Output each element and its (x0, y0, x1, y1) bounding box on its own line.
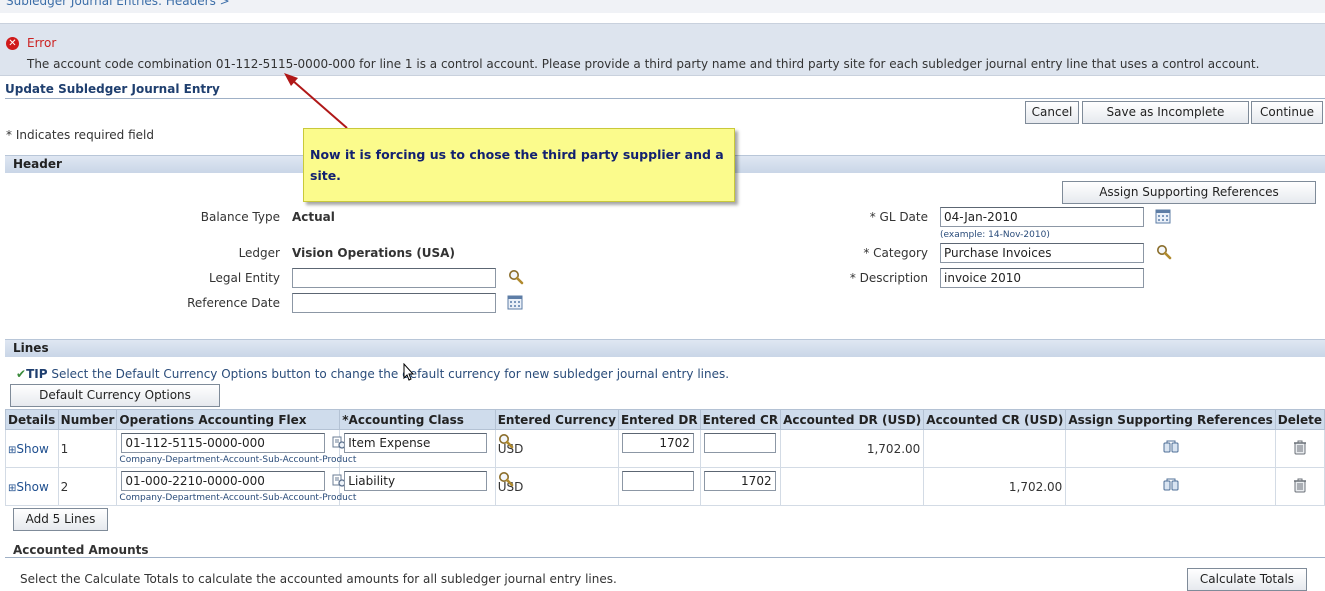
entered-cr-input[interactable] (703, 432, 776, 453)
gl-date-example-hint: (example: 14-Nov-2010) (940, 230, 1050, 240)
accounted-amounts-message: Select the Calculate Totals to calculate… (20, 572, 617, 586)
accounting-class-cell: Item Expense (339, 429, 514, 468)
ledger-value: Vision Operations (USA) (292, 246, 455, 260)
column-header: Accounted DR (USD) (780, 409, 925, 430)
legal-entity-input[interactable] (292, 268, 496, 288)
accounting-class-cell: Liability (339, 467, 514, 506)
tip-label: TIP (26, 367, 48, 381)
column-header: Assign Supporting References (1065, 409, 1276, 430)
accounting-flex-hint: Company-Department-Account-Sub-Account-P… (119, 492, 357, 503)
category-input[interactable]: Purchase Invoices (940, 243, 1144, 263)
accounting-flex-cell: 01-112-5115-0000-000 Company-Department-… (116, 429, 356, 468)
delete-cell (1274, 467, 1325, 506)
show-details-link[interactable]: Show (16, 480, 48, 494)
entered-cr-cell (699, 429, 782, 468)
reference-date-input[interactable] (292, 293, 496, 313)
delete-cell (1274, 429, 1325, 468)
lines-table: Details Number Operations Accounting Fle… (5, 409, 1325, 506)
calculate-totals-button[interactable]: Calculate Totals (1187, 568, 1307, 591)
tip-message: Select the Default Currency Options butt… (47, 367, 730, 381)
description-label: * Description (849, 271, 928, 285)
accounting-flex-hint: Company-Department-Account-Sub-Account-P… (119, 454, 357, 465)
tip-text: ✔TIP Select the Default Currency Options… (16, 367, 729, 381)
reference-date-calendar-icon[interactable] (507, 295, 523, 310)
page-title: Update Subledger Journal Entry (5, 82, 220, 96)
gl-date-input[interactable]: 04-Jan-2010 (940, 207, 1144, 227)
accounting-class-search-icon[interactable] (498, 471, 514, 487)
table-row: ⊞Show 1 01-112-5115-0000-000 Company-Dep… (5, 429, 1325, 468)
accounting-flex-input[interactable]: 01-000-2210-0000-000 (121, 470, 326, 491)
reference-date-label: Reference Date (187, 296, 280, 310)
assign-supporting-references-button[interactable]: Assign Supporting References (1062, 181, 1316, 204)
legal-entity-label: Legal Entity (208, 271, 280, 285)
column-header: Delete (1274, 409, 1325, 430)
balance-type-label: Balance Type (200, 210, 280, 224)
details-cell: ⊞Show (5, 467, 59, 506)
assign-references-cell (1065, 429, 1276, 468)
accounting-class-input[interactable]: Item Expense (344, 432, 488, 453)
mouse-cursor-icon (403, 363, 415, 381)
supporting-references-icon[interactable] (1163, 478, 1179, 492)
legal-entity-search-icon[interactable] (508, 269, 524, 285)
table-header-row: Details Number Operations Accounting Fle… (5, 409, 1325, 430)
line-number: 2 (57, 467, 118, 506)
column-header: Number (57, 409, 118, 430)
save-as-incomplete-button[interactable]: Save as Incomplete (1082, 101, 1249, 124)
details-cell: ⊞Show (5, 429, 59, 468)
column-header: Entered CR (699, 409, 782, 430)
accounted-amounts-title: Accounted Amounts (13, 543, 149, 557)
add-5-lines-button[interactable]: Add 5 Lines (13, 508, 108, 531)
error-title: Error (27, 36, 57, 50)
trash-icon[interactable] (1293, 478, 1307, 493)
table-row: ⊞Show 2 01-000-2210-0000-000 Company-Dep… (5, 467, 1325, 506)
column-header: Entered Currency (494, 409, 619, 430)
column-header: *Accounting Class (339, 409, 496, 430)
title-divider (5, 98, 1325, 99)
accounted-dr (780, 467, 925, 506)
breadcrumb-link[interactable]: Subledger Journal Entries: Headers > (6, 0, 230, 8)
ledger-label: Ledger (238, 246, 280, 260)
gl-date-calendar-icon[interactable] (1155, 209, 1171, 224)
accounted-amounts-divider (5, 557, 1325, 558)
lines-section-bar: Lines (5, 339, 1325, 357)
accounting-class-input[interactable]: Liability (344, 470, 488, 491)
entered-dr-cell: 1702 (617, 429, 701, 468)
required-field-note: * Indicates required field (6, 128, 155, 142)
accounted-cr: 1,702.00 (923, 467, 1067, 506)
assign-references-cell (1065, 467, 1276, 506)
error-text: The account code combination 01-112-5115… (27, 57, 1260, 71)
category-label: * Category (863, 246, 928, 260)
accounting-flex-cell: 01-000-2210-0000-000 Company-Department-… (116, 467, 356, 506)
annotation-callout: Now it is forcing us to chose the third … (303, 128, 735, 202)
accounted-cr (923, 429, 1067, 468)
accounting-flex-input[interactable]: 01-112-5115-0000-000 (121, 432, 326, 453)
column-header: Accounted CR (USD) (923, 409, 1067, 430)
breadcrumb[interactable]: Subledger Journal Entries: Headers > (0, 0, 1325, 13)
accounted-dr: 1,702.00 (780, 429, 925, 468)
line-number: 1 (57, 429, 118, 468)
gl-date-label: * GL Date (869, 210, 928, 224)
accounting-class-search-icon[interactable] (498, 433, 514, 449)
trash-icon[interactable] (1293, 440, 1307, 455)
supporting-references-icon[interactable] (1163, 440, 1179, 454)
entered-cr-input[interactable]: 1702 (703, 470, 776, 491)
column-header: Operations Accounting Flex (116, 409, 341, 430)
cancel-button[interactable]: Cancel (1025, 101, 1079, 124)
entered-dr-input[interactable] (621, 470, 694, 491)
default-currency-options-button[interactable]: Default Currency Options (10, 384, 220, 407)
error-icon: ✕ (6, 37, 19, 50)
show-details-link[interactable]: Show (16, 442, 48, 456)
checkmark-icon: ✔ (16, 367, 27, 381)
entered-cr-cell: 1702 (699, 467, 782, 506)
category-search-icon[interactable] (1156, 244, 1172, 260)
description-input[interactable]: invoice 2010 (940, 268, 1144, 288)
entered-dr-cell (617, 467, 701, 506)
column-header: Details (5, 409, 59, 430)
error-message-box: ✕ Error The account code combination 01-… (0, 23, 1325, 76)
entered-dr-input[interactable]: 1702 (621, 432, 694, 453)
column-header: Entered DR (617, 409, 701, 430)
balance-type-value: Actual (292, 210, 335, 224)
continue-button[interactable]: Continue (1251, 101, 1323, 124)
